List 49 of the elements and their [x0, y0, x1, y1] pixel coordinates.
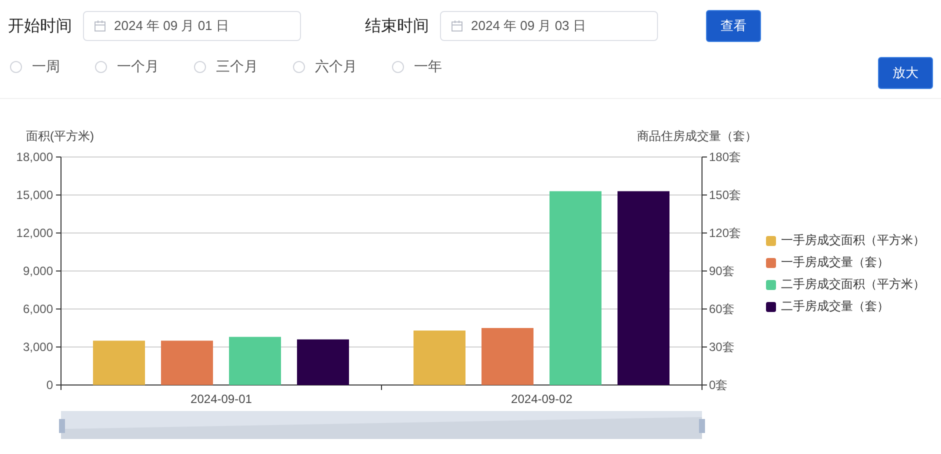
axis-tick-label: 180套 — [709, 150, 742, 164]
radio-button[interactable] — [194, 61, 206, 73]
legend-label[interactable]: 一手房成交面积（平方米） — [781, 232, 925, 249]
bar — [161, 340, 213, 385]
calendar-icon — [451, 20, 463, 32]
axis-tick-label: 60套 — [709, 302, 734, 316]
axis-tick-label: 3,000 — [22, 340, 53, 354]
start-date-field[interactable]: 2024 年 09 月 01 日 — [83, 11, 301, 41]
range-option-label[interactable]: 一个月 — [117, 58, 159, 76]
axis-tick-label: 6,000 — [22, 302, 53, 316]
axis-tick-label: 2024-09-02 — [511, 392, 572, 406]
radio-button[interactable] — [10, 61, 22, 73]
range-option-label[interactable]: 一年 — [414, 58, 442, 76]
legend-label[interactable]: 二手房成交量（套） — [781, 298, 889, 315]
end-date-field[interactable]: 2024 年 09 月 03 日 — [440, 11, 658, 41]
bar — [297, 339, 349, 385]
bar — [482, 328, 534, 385]
axis-tick-label: 15,000 — [16, 188, 53, 202]
axis-tick-label: 12,000 — [16, 226, 53, 240]
axis-tick-label: 0 — [46, 378, 53, 392]
axis-tick-label: 0套 — [709, 378, 728, 392]
range-option-label[interactable]: 一周 — [32, 58, 60, 76]
axis-tick-label: 90套 — [709, 264, 734, 278]
slider-track[interactable] — [61, 411, 702, 439]
axis-tick-label: 18,000 — [16, 150, 53, 164]
radio-button[interactable] — [95, 61, 107, 73]
axis-tick-label: 9,000 — [22, 264, 53, 278]
slider-handle[interactable] — [59, 419, 65, 433]
axis-tick-label: 150套 — [709, 188, 742, 202]
range-option-label[interactable]: 六个月 — [315, 58, 357, 76]
axis-tick-label: 120套 — [709, 226, 742, 240]
slider-handle[interactable] — [699, 419, 705, 433]
radio-button[interactable] — [392, 61, 404, 73]
range-option-label[interactable]: 三个月 — [216, 58, 258, 76]
start-time-label: 开始时间 — [8, 16, 73, 36]
axis-tick-label: 30套 — [709, 340, 734, 354]
bar — [93, 340, 145, 385]
axis-title: 面积(平方米) — [26, 129, 94, 143]
end-time-label: 结束时间 — [365, 16, 430, 36]
legend-label[interactable]: 一手房成交量（套） — [781, 254, 889, 271]
zoom-button[interactable]: 放大 — [878, 57, 933, 89]
radio-button[interactable] — [293, 61, 305, 73]
view-button[interactable]: 查看 — [706, 10, 761, 42]
legend-label[interactable]: 二手房成交面积（平方米） — [781, 276, 925, 293]
bar — [414, 330, 466, 385]
calendar-icon — [94, 20, 106, 32]
axis-tick-label: 2024-09-01 — [190, 392, 252, 406]
bar — [229, 336, 281, 385]
axis-title: 商品住房成交量（套） — [637, 129, 757, 143]
